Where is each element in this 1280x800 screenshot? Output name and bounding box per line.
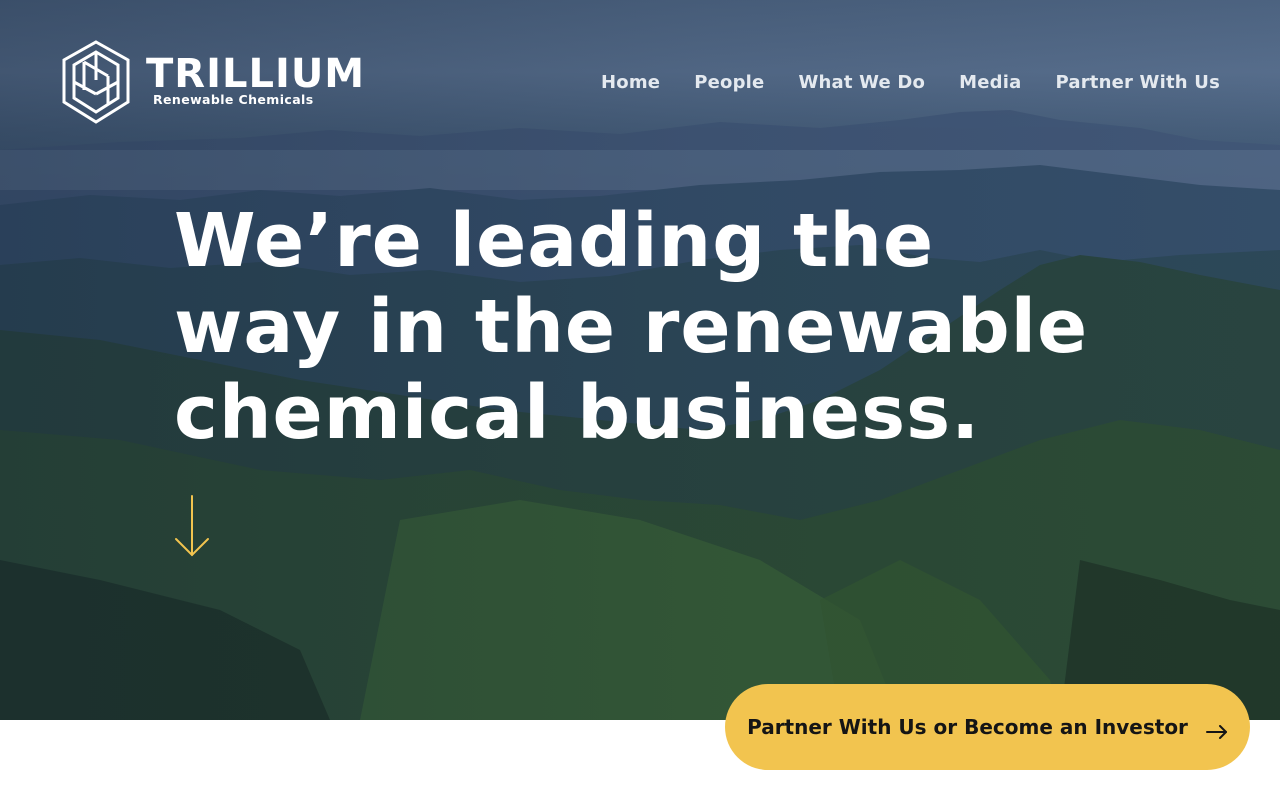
nav-item-what-we-do[interactable]: What We Do [798,70,925,96]
nav-item-home[interactable]: Home [601,70,660,96]
down-arrow-icon[interactable] [174,494,210,558]
hero-headline-line: chemical business. [174,370,981,456]
nav-item-partner-with-us[interactable]: Partner With Us [1055,70,1220,96]
cta-label: Partner With Us or Become an Investor [747,715,1188,739]
nav-item-media[interactable]: Media [959,70,1021,96]
main-nav: Home People What We Do Media Partner Wit… [601,70,1220,96]
hero-headline-line: way in the renewable [174,284,1089,370]
brand-tagline: Renewable Chemicals [153,92,314,107]
brand-name: TRILLIUM [146,51,366,97]
right-arrow-icon [1205,720,1228,739]
partner-investor-button[interactable]: Partner With Us or Become an Investor [725,684,1250,770]
hero-headline-line: We’re leading the [174,198,935,284]
brand-logo[interactable]: TRILLIUM Renewable Chemicals [60,40,364,124]
hero-headline: We’re leading the way in the renewable c… [174,198,1134,456]
nav-item-people[interactable]: People [694,70,764,96]
hexagon-mark-icon [62,40,130,124]
